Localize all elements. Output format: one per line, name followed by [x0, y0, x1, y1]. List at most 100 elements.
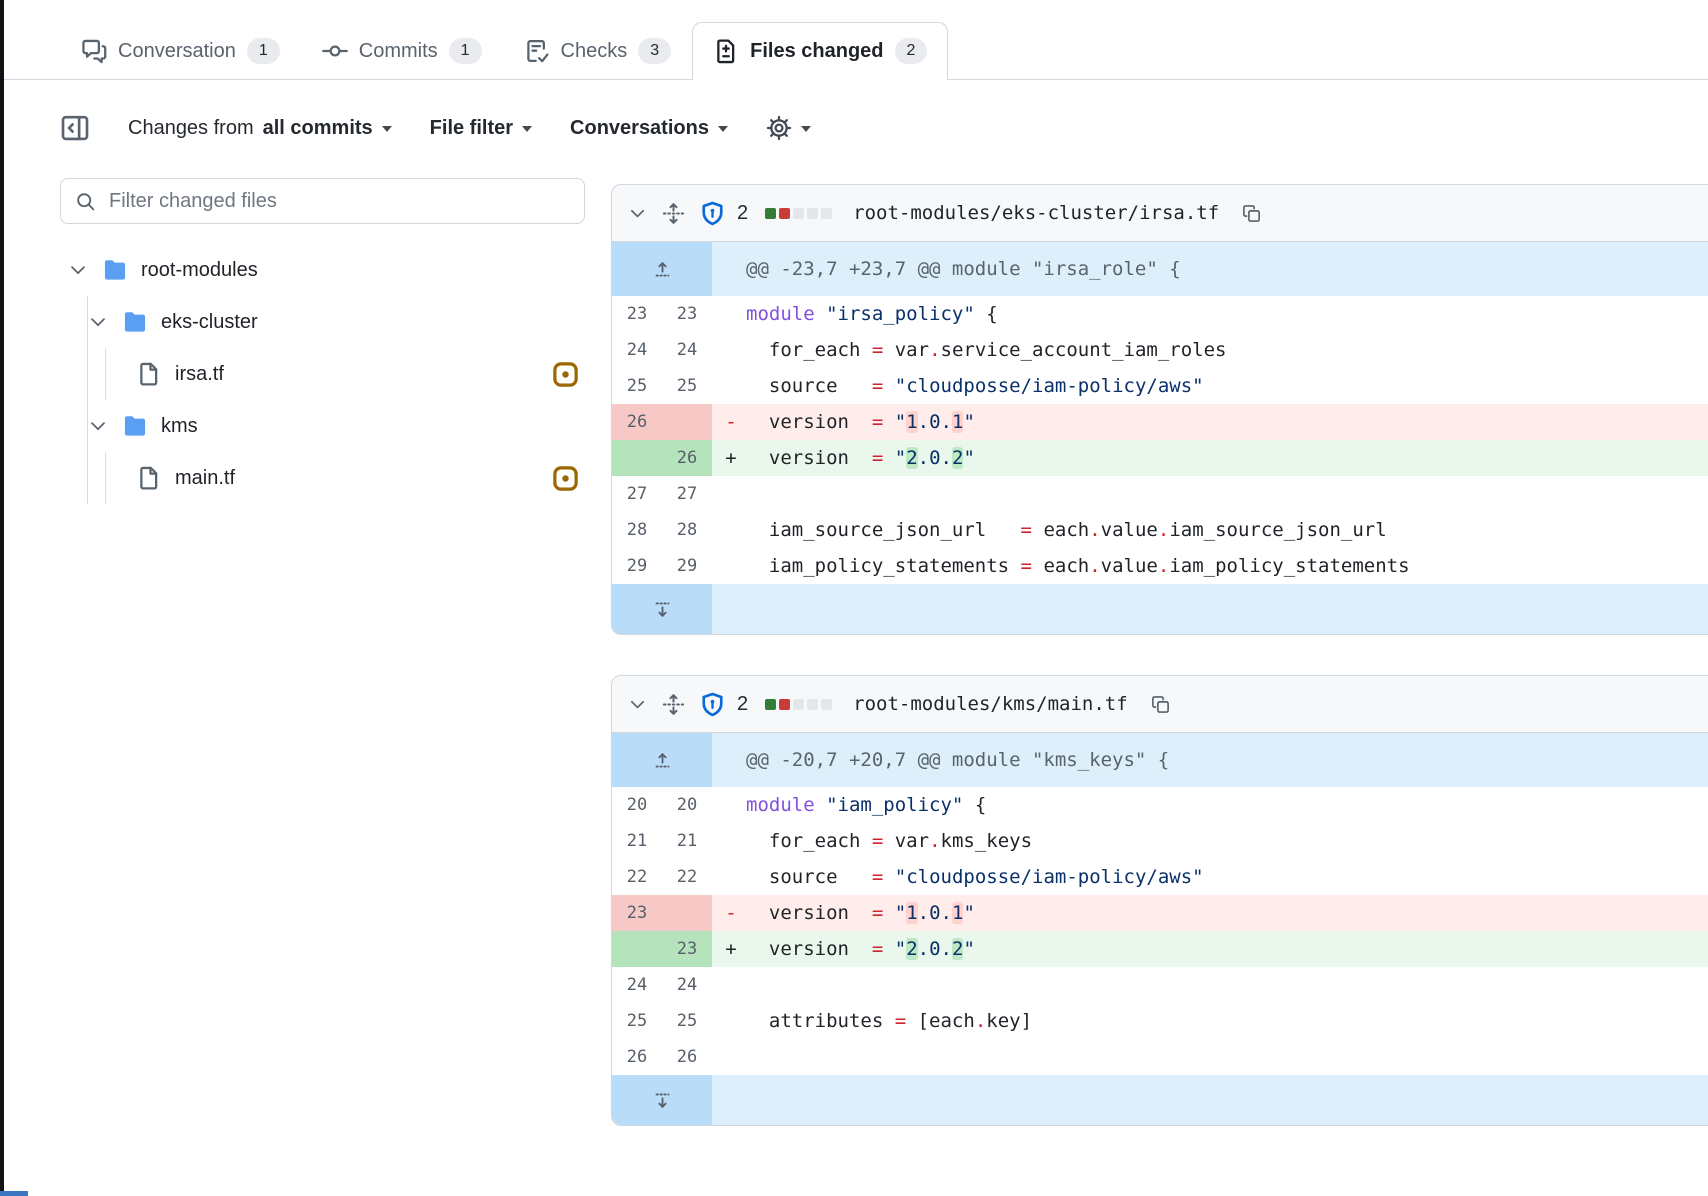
tree-file-main-tf[interactable]: main.tf — [106, 452, 585, 504]
diffstat-block — [779, 699, 790, 710]
folder-icon — [122, 309, 148, 335]
diff-line-context[interactable]: 2525 source = "cloudposse/iam-policy/aws… — [612, 368, 1708, 404]
new-line-number: 29 — [662, 548, 712, 584]
new-line-number: 25 — [662, 1003, 712, 1039]
diff-file-card: 2 root-modules/eks-cluster/irsa.tf @@ -2… — [611, 184, 1708, 635]
diff-line-context[interactable]: 2121 for_each = var.kms_keys — [612, 823, 1708, 859]
new-line-number: 20 — [662, 787, 712, 823]
new-line-number: 26 — [662, 440, 712, 476]
old-line-number — [612, 440, 662, 476]
diff-line-context[interactable]: 2323module "irsa_policy" { — [612, 296, 1708, 332]
code-line: for_each = var.kms_keys — [712, 823, 1708, 859]
diff-line-context[interactable]: 2525 attributes = [each.key] — [612, 1003, 1708, 1039]
chevron-down-icon[interactable] — [68, 260, 88, 280]
copy-path-icon[interactable] — [1151, 695, 1170, 714]
security-alerts[interactable]: 2 — [700, 201, 748, 226]
hunk-header-row: @@ -20,7 +20,7 @@ module "kms_keys" { — [612, 733, 1708, 787]
diff-line-context[interactable]: 2828 iam_source_json_url = each.value.ia… — [612, 512, 1708, 548]
tree-folder-root-modules[interactable]: root-modules — [60, 244, 585, 296]
file-filter-label: File filter — [430, 117, 513, 140]
security-alert-count: 2 — [737, 202, 748, 225]
new-line-number — [662, 404, 712, 440]
tab-count-badge: 2 — [895, 38, 928, 64]
collapse-file-chevron-icon[interactable] — [628, 204, 647, 223]
diff-line-removed[interactable]: 23- version = "1.0.1" — [612, 895, 1708, 931]
tab-count-badge: 1 — [449, 38, 482, 64]
caret-down-icon — [382, 126, 392, 137]
file-filter-dropdown[interactable]: File filter — [430, 117, 532, 140]
diff-body: @@ -20,7 +20,7 @@ module "kms_keys" {202… — [612, 733, 1708, 1125]
tab-conversation[interactable]: Conversation1 — [60, 22, 301, 80]
diff-settings-dropdown[interactable] — [766, 115, 811, 141]
hunk-header-text: @@ -23,7 +23,7 @@ module "irsa_role" { — [712, 242, 1708, 296]
expand-all-hunks-icon[interactable] — [662, 202, 685, 225]
caret-down-icon — [718, 126, 728, 137]
file-path-link[interactable]: root-modules/kms/main.tf — [853, 693, 1128, 715]
diffstat — [765, 699, 832, 710]
expand-all-hunks-icon[interactable] — [662, 693, 685, 716]
files-changed-content: root-moduleseks-clusterirsa.tfkmsmain.tf… — [60, 178, 1708, 1126]
collapse-sidebar-icon[interactable] — [60, 113, 90, 143]
diff-line-context[interactable]: 2222 source = "cloudposse/iam-policy/aws… — [612, 859, 1708, 895]
folder-icon — [122, 413, 148, 439]
expand-down-icon — [652, 1090, 673, 1111]
code-line: + version = "2.0.2" — [712, 931, 1708, 967]
expand-up-button[interactable] — [612, 733, 712, 787]
diff-line-added[interactable]: 23+ version = "2.0.2" — [612, 931, 1708, 967]
diff-line-added[interactable]: 26+ version = "2.0.2" — [612, 440, 1708, 476]
new-line-number: 25 — [662, 368, 712, 404]
diffstat-block — [807, 208, 818, 219]
diff-line-context[interactable]: 2727 — [612, 476, 1708, 512]
tab-files-changed[interactable]: Files changed2 — [692, 22, 948, 80]
caret-down-icon — [522, 126, 532, 137]
changes-from-dropdown[interactable]: Changes from all commits — [128, 117, 392, 140]
git-commit-icon — [322, 38, 348, 64]
code-line: source = "cloudposse/iam-policy/aws" — [712, 368, 1708, 404]
tree-folder-eks-cluster[interactable]: eks-cluster — [88, 296, 585, 348]
tree-file-irsa-tf[interactable]: irsa.tf — [106, 348, 585, 400]
diffstat-block — [807, 699, 818, 710]
collapse-file-chevron-icon[interactable] — [628, 695, 647, 714]
diff-line-context[interactable]: 2929 iam_policy_statements = each.value.… — [612, 548, 1708, 584]
chevron-down-icon[interactable] — [88, 416, 108, 436]
shield-lock-icon — [700, 201, 725, 226]
new-line-number: 28 — [662, 512, 712, 548]
copy-path-icon[interactable] — [1242, 204, 1261, 223]
diff-line-removed[interactable]: 26- version = "1.0.1" — [612, 404, 1708, 440]
expand-up-button[interactable] — [612, 242, 712, 296]
chevron-down-icon[interactable] — [88, 312, 108, 332]
code-line: + version = "2.0.2" — [712, 440, 1708, 476]
expand-down-button[interactable] — [612, 584, 712, 634]
filter-files-input[interactable] — [60, 178, 585, 224]
new-line-number: 24 — [662, 967, 712, 1003]
diffstat — [765, 208, 832, 219]
code-line: module "iam_policy" { — [712, 787, 1708, 823]
diff-file-header: 2 root-modules/kms/main.tf — [612, 676, 1708, 733]
tree-folder-kms[interactable]: kms — [88, 400, 585, 452]
tab-checks[interactable]: Checks3 — [503, 22, 693, 80]
security-alerts[interactable]: 2 — [700, 692, 748, 717]
code-line — [712, 476, 1708, 512]
expand-down-icon — [652, 599, 673, 620]
caret-down-icon — [801, 126, 811, 137]
search-icon — [75, 191, 96, 212]
expand-down-button[interactable] — [612, 1075, 712, 1125]
old-line-number: 25 — [612, 1003, 662, 1039]
code-line: source = "cloudposse/iam-policy/aws" — [712, 859, 1708, 895]
diffstat-block — [821, 208, 832, 219]
file-path-link[interactable]: root-modules/eks-cluster/irsa.tf — [853, 202, 1219, 224]
code-line — [712, 967, 1708, 1003]
shield-lock-icon — [700, 692, 725, 717]
diff-line-context[interactable]: 2020module "iam_policy" { — [612, 787, 1708, 823]
diff-line-context[interactable]: 2424 for_each = var.service_account_iam_… — [612, 332, 1708, 368]
diff-line-context[interactable]: 2626 — [612, 1039, 1708, 1075]
tab-label: Conversation — [118, 40, 236, 63]
expand-footer-row — [612, 584, 1708, 634]
diff-line-context[interactable]: 2424 — [612, 967, 1708, 1003]
old-line-number: 20 — [612, 787, 662, 823]
conversations-dropdown[interactable]: Conversations — [570, 117, 728, 140]
diffstat-block — [765, 699, 776, 710]
tab-commits[interactable]: Commits1 — [301, 22, 503, 80]
old-line-number: 28 — [612, 512, 662, 548]
diffstat-block — [793, 208, 804, 219]
